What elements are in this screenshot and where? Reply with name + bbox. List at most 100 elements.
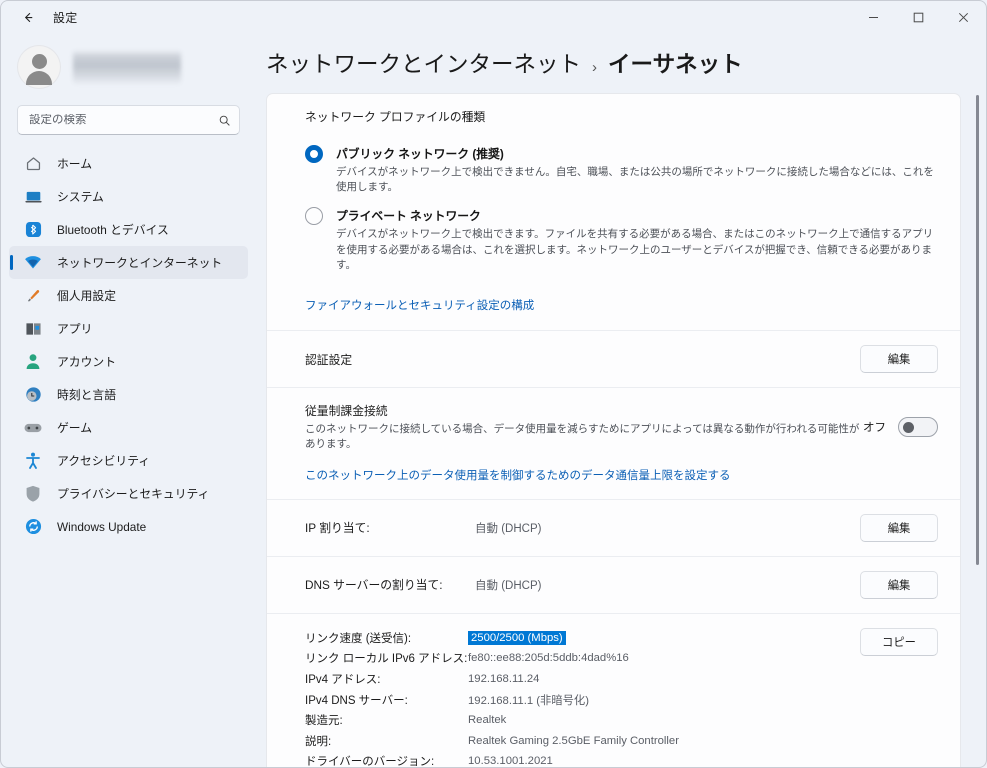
search-box[interactable]: [17, 105, 240, 135]
user-name-blurred: [73, 50, 181, 84]
sidebar: ホーム システム: [1, 33, 256, 767]
metered-label: 従量制課金接続: [305, 404, 388, 419]
sidebar-item-label: ホーム: [57, 157, 93, 171]
privacy-security-icon: [23, 484, 43, 504]
property-value-manufacturer: Realtek: [468, 714, 507, 727]
sidebar-item-privacy-security[interactable]: プライバシーとセキュリティ: [9, 477, 248, 510]
adapter-properties-section: リンク速度 (送受信): 2500/2500 (Mbps) リンク ローカル I…: [267, 614, 960, 768]
sidebar-item-label: Windows Update: [57, 519, 147, 534]
accounts-icon: [23, 352, 43, 372]
sidebar-item-personalization[interactable]: 個人用設定: [9, 279, 248, 312]
table-row: リンク ローカル IPv6 アドレス: fe80::ee88:205d:5ddb…: [305, 648, 860, 669]
dns-edit-button[interactable]: 編集: [860, 570, 938, 599]
sidebar-item-label: Bluetooth とデバイス: [57, 223, 169, 237]
sidebar-item-bluetooth[interactable]: Bluetooth とデバイス: [9, 213, 248, 246]
windows-update-icon: [23, 517, 43, 537]
breadcrumb: ネットワークとインターネット › イーサネット: [266, 33, 986, 93]
bluetooth-icon: [23, 220, 43, 240]
breadcrumb-separator-icon: ›: [592, 59, 598, 76]
sidebar-item-home[interactable]: ホーム: [9, 147, 248, 180]
sidebar-item-network-internet[interactable]: ネットワークとインターネット: [9, 246, 248, 279]
user-profile[interactable]: [1, 33, 256, 99]
avatar: [17, 45, 61, 89]
sidebar-item-label: アクセシビリティ: [57, 454, 151, 468]
search-icon: [218, 114, 231, 127]
property-value-ipv4: 192.168.11.24: [468, 673, 540, 686]
firewall-settings-link[interactable]: ファイアウォールとセキュリティ設定の構成: [305, 297, 534, 313]
radio-option-private[interactable]: プライベート ネットワーク デバイスがネットワーク上で検出できます。ファイルを共…: [305, 207, 938, 273]
sidebar-item-windows-update[interactable]: Windows Update: [9, 510, 248, 543]
data-limit-row: このネットワーク上のデータ使用量を制御するためのデータ通信量上限を設定する: [267, 467, 960, 499]
properties-table: リンク速度 (送受信): 2500/2500 (Mbps) リンク ローカル I…: [305, 628, 860, 768]
sidebar-item-gaming[interactable]: ゲーム: [9, 411, 248, 444]
minimize-button[interactable]: [851, 1, 896, 33]
table-row: IPv4 DNS サーバー: 192.168.11.1 (非暗号化): [305, 689, 860, 710]
sidebar-item-apps[interactable]: アプリ: [9, 312, 248, 345]
property-key: ドライバーのバージョン:: [305, 756, 435, 768]
property-key: IPv4 アドレス:: [305, 674, 381, 687]
accessibility-icon: [23, 451, 43, 471]
metered-toggle-group[interactable]: オフ: [863, 417, 938, 438]
property-value-link-speed[interactable]: 2500/2500 (Mbps): [468, 630, 566, 645]
sidebar-item-accounts[interactable]: アカウント: [9, 345, 248, 378]
auth-settings-label: 認証設定: [305, 352, 353, 367]
table-row: 説明: Realtek Gaming 2.5GbE Family Control…: [305, 731, 860, 752]
radio-public-description: デバイスがネットワーク上で検出できません。自宅、職場、または公共の場所でネットワ…: [336, 166, 934, 194]
radio-private-indicator[interactable]: [305, 207, 323, 226]
sidebar-item-label: 個人用設定: [57, 289, 116, 303]
sidebar-item-system[interactable]: システム: [9, 180, 248, 213]
property-key: リンク ローカル IPv6 アドレス:: [305, 653, 468, 666]
table-row: ドライバーのバージョン: 10.53.1001.2021: [305, 751, 860, 768]
back-button[interactable]: [13, 4, 43, 30]
auth-edit-button[interactable]: 編集: [860, 345, 938, 374]
property-value-description: Realtek Gaming 2.5GbE Family Controller: [468, 734, 679, 747]
sidebar-item-label: プライバシーとセキュリティ: [57, 487, 210, 501]
sidebar-item-label: ゲーム: [57, 421, 93, 435]
property-value-ipv6: fe80::ee88:205d:5ddb:4dad%16: [468, 652, 629, 665]
table-row: 製造元: Realtek: [305, 710, 860, 731]
close-button[interactable]: [941, 1, 986, 33]
system-icon: [23, 187, 43, 207]
dns-assignment-label: DNS サーバーの割り当て:: [305, 578, 443, 593]
table-row: IPv4 アドレス: 192.168.11.24: [305, 669, 860, 690]
content-scrollbar[interactable]: [976, 95, 979, 695]
breadcrumb-parent[interactable]: ネットワークとインターネット: [266, 47, 581, 79]
ip-assignment-value: 自動 (DHCP): [475, 522, 542, 535]
radio-public-indicator[interactable]: [305, 145, 323, 163]
sidebar-item-time-language[interactable]: 時刻と言語: [9, 378, 248, 411]
table-row: リンク速度 (送受信): 2500/2500 (Mbps): [305, 628, 860, 649]
page-title: イーサネット: [608, 52, 743, 77]
ethernet-settings-card: ネットワーク プロファイルの種類 パブリック ネットワーク (推奨) デバイスが…: [266, 93, 961, 768]
metered-toggle-switch[interactable]: [898, 417, 938, 438]
home-icon: [23, 154, 43, 174]
radio-private-label: プライベート ネットワーク: [336, 209, 481, 224]
time-language-icon: [23, 385, 43, 405]
auth-settings-row: 認証設定 編集: [267, 331, 960, 387]
search-input[interactable]: [29, 114, 218, 126]
sidebar-item-label: 時刻と言語: [57, 388, 116, 402]
network-profile-section: ネットワーク プロファイルの種類 パブリック ネットワーク (推奨) デバイスが…: [267, 94, 960, 330]
sidebar-item-accessibility[interactable]: アクセシビリティ: [9, 444, 248, 477]
property-key: 製造元:: [305, 715, 343, 728]
dns-assignment-row: DNS サーバーの割り当て: 自動 (DHCP) 編集: [267, 557, 960, 613]
copy-button[interactable]: コピー: [860, 627, 938, 656]
content-area: ネットワークとインターネット › イーサネット ネットワーク プロファイルの種類…: [256, 33, 986, 768]
maximize-button[interactable]: [896, 1, 941, 33]
sidebar-item-label: アカウント: [57, 355, 116, 369]
scrollbar-thumb[interactable]: [976, 95, 979, 565]
gaming-icon: [23, 418, 43, 438]
metered-connection-row: 従量制課金接続 このネットワークに接続している場合、データ使用量を減らすためにア…: [267, 388, 960, 466]
ip-edit-button[interactable]: 編集: [860, 513, 938, 542]
property-key: 説明:: [305, 735, 332, 748]
radio-option-public[interactable]: パブリック ネットワーク (推奨) デバイスがネットワーク上で検出できません。自…: [305, 145, 938, 195]
sidebar-item-label: ネットワークとインターネット: [57, 256, 223, 270]
title-bar: 設定: [1, 1, 986, 33]
network-icon: [23, 253, 43, 273]
personalization-icon: [23, 286, 43, 306]
radio-public-label: パブリック ネットワーク (推奨): [336, 147, 504, 161]
property-value-driver-version: 10.53.1001.2021: [468, 755, 553, 768]
property-value-dns: 192.168.11.1 (非暗号化): [468, 694, 589, 707]
ip-assignment-label: IP 割り当て:: [305, 521, 370, 536]
data-limit-link[interactable]: このネットワーク上のデータ使用量を制御するためのデータ通信量上限を設定する: [305, 467, 731, 483]
dns-assignment-value: 自動 (DHCP): [475, 579, 542, 592]
